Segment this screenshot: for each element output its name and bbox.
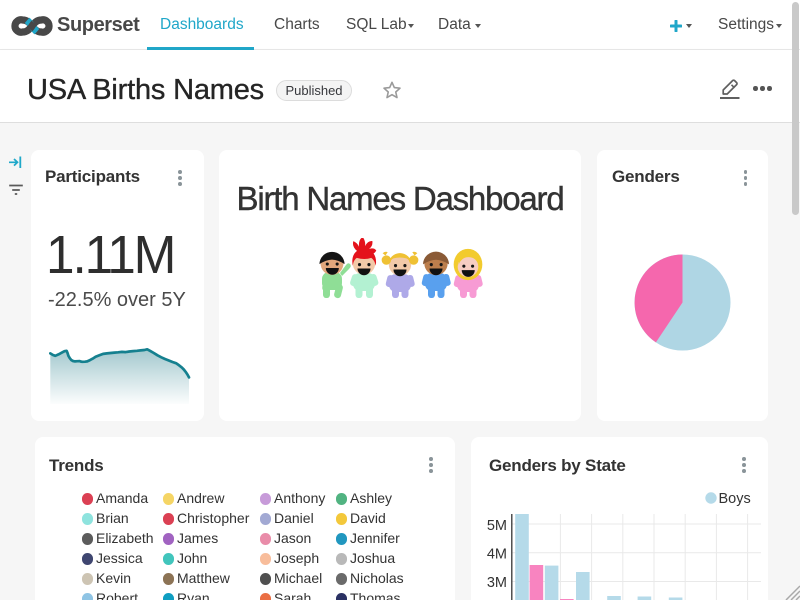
svg-text:5M: 5M: [487, 518, 507, 534]
svg-text:4M: 4M: [487, 547, 507, 563]
svg-text:Boys: Boys: [719, 491, 751, 507]
svg-text:3M: 3M: [487, 575, 507, 591]
